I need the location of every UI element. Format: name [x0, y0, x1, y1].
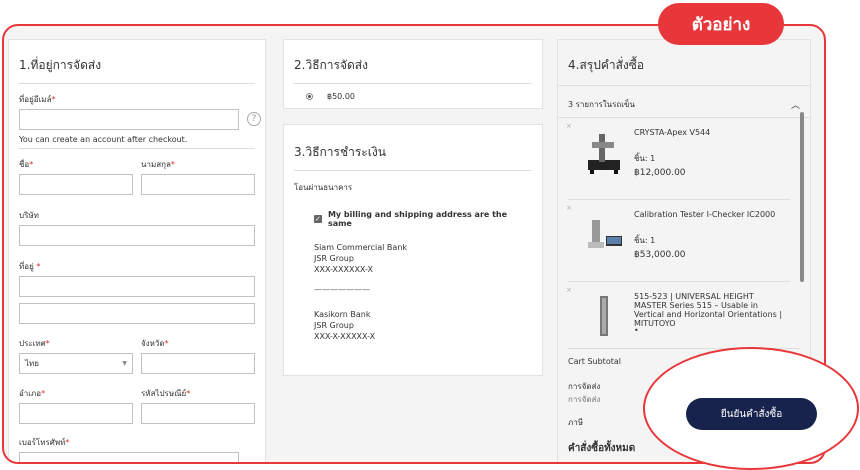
shipping-address-section: 1.ที่อยู่การจัดส่ง ที่อยู่อีเมล์* ? You … [8, 39, 266, 462]
same-address-checkbox-row[interactable]: ✓ My billing and shipping address are th… [314, 210, 532, 228]
product-image [588, 134, 620, 174]
shipping-method-section: 2.วิธีการจัดส่ง ฿50.00 [283, 39, 543, 109]
shipping-method-title: 2.วิธีการจัดส่ง [294, 40, 532, 84]
item-qty: ชิ้น: 1 [634, 154, 656, 163]
postcode-field[interactable] [141, 403, 255, 424]
chevron-up-icon: ︿ [790, 101, 800, 111]
bank-account-2: Kasikorn Bank JSR Group XXX-X-XXXXX-X [314, 309, 532, 342]
street-label: ที่อยู่ * [19, 262, 41, 271]
last-name-label: นามสกุล* [141, 160, 175, 169]
bank-name: Kasikorn Bank [314, 310, 371, 319]
email-field[interactable] [19, 109, 239, 130]
help-icon[interactable]: ? [247, 112, 261, 126]
item-name: CRYSTA-Apex V544 [634, 128, 711, 137]
item-price: ฿12,000.00 [634, 168, 686, 178]
bank-account-name: JSR Group [314, 254, 354, 263]
cart-item: × 515-523 | UNIVERSAL HEIGHT MASTER Seri… [566, 282, 790, 348]
item-dot: • [634, 326, 639, 335]
phone-field[interactable] [19, 452, 239, 462]
bank-account-number: XXX-XXXXXX-X [314, 265, 373, 274]
cart-items-toggle[interactable]: 3 รายการในรถเข็น ︿ [558, 86, 810, 118]
product-image [600, 296, 608, 336]
cart-item: × CRYSTA-Apex V544 ชิ้น: 1 ฿12,000.00 [566, 118, 790, 200]
remove-item-icon[interactable]: × [566, 286, 572, 294]
street-field-2[interactable] [19, 303, 255, 324]
email-help-text: You can create an account after checkout… [19, 135, 188, 144]
checkbox-checked-icon[interactable]: ✓ [314, 215, 322, 223]
payment-section: 3.วิธีการชำระเงิน โอนผ่านธนาคาร ✓ My bil… [283, 124, 543, 376]
payment-title: 3.วิธีการชำระเงิน [294, 125, 532, 171]
chevron-down-icon: ▼ [122, 360, 127, 367]
item-name: 515-523 | UNIVERSAL HEIGHT MASTER Series… [634, 292, 783, 328]
bank-account-number: XXX-X-XXXXX-X [314, 332, 376, 341]
district-label: อำเภอ* [19, 389, 46, 398]
same-address-label: My billing and shipping address are the … [327, 210, 508, 228]
item-name: Calibration Tester I-Checker IC2000 [634, 210, 776, 219]
order-summary-title: 4.สรุปคำสั่งซื้อ [558, 40, 810, 86]
province-label: จังหวัด* [141, 339, 169, 348]
postcode-label: รหัสไปรษณีย์* [141, 389, 191, 398]
company-field[interactable] [19, 225, 255, 246]
email-label: ที่อยู่อีเมล์* [19, 95, 56, 104]
phone-label: เบอร์โทรศัพท์* [19, 438, 70, 447]
bank-name: Siam Commercial Bank [314, 243, 408, 252]
street-field-1[interactable] [19, 276, 255, 297]
country-label: ประเทศ* [19, 339, 50, 348]
cart-scrollbar[interactable] [800, 112, 804, 282]
shipping-option-price: ฿50.00 [327, 92, 355, 101]
remove-item-icon[interactable]: × [566, 122, 572, 130]
cart-item: × Calibration Tester I-Checker IC2000 ชิ… [566, 200, 790, 282]
bank-account-1: Siam Commercial Bank JSR Group XXX-XXXXX… [314, 242, 532, 275]
confirm-order-button[interactable]: ยืนยันคำสั่งซื้อ [686, 398, 817, 430]
bank-separator: ——————— [314, 285, 370, 294]
company-label: บริษัท [19, 211, 39, 220]
payment-method-label: โอนผ่านธนาคาร [294, 183, 353, 192]
last-name-field[interactable] [141, 174, 255, 195]
first-name-label: ชื่อ* [19, 160, 34, 169]
country-select[interactable]: ไทย ▼ [19, 353, 133, 374]
bank-account-name: JSR Group [314, 321, 354, 330]
province-field[interactable] [141, 353, 255, 374]
district-field[interactable] [19, 403, 133, 424]
radio-icon[interactable] [306, 93, 313, 100]
shipping-option[interactable]: ฿50.00 [306, 92, 532, 101]
item-qty: ชิ้น: 1 [634, 236, 656, 245]
shipping-address-title: 1.ที่อยู่การจัดส่ง [19, 40, 255, 84]
first-name-field[interactable] [19, 174, 133, 195]
example-badge: ตัวอย่าง [658, 3, 784, 45]
product-image [588, 220, 622, 248]
remove-item-icon[interactable]: × [566, 204, 572, 212]
cart-count-label: 3 รายการในรถเข็น [568, 100, 635, 109]
item-price: ฿53,000.00 [634, 250, 686, 260]
